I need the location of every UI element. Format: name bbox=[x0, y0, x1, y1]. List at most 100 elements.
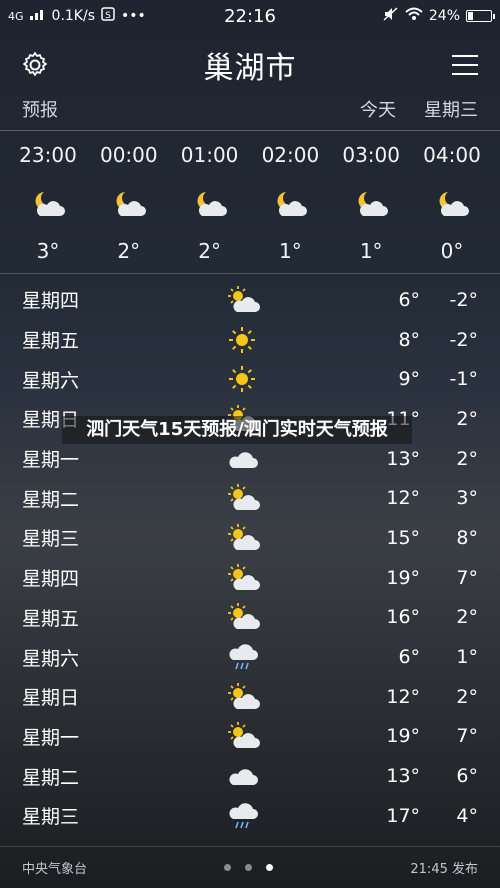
mute-icon bbox=[383, 7, 399, 25]
sun-cloud-icon bbox=[227, 483, 362, 513]
hour-time: 00:00 bbox=[99, 143, 158, 167]
wifi-icon bbox=[405, 7, 423, 25]
day-name: 星期二 bbox=[22, 766, 80, 789]
network-speed: 0.1K/s bbox=[51, 8, 95, 24]
sun-cloud-icon bbox=[227, 602, 362, 632]
day-name: 星期六 bbox=[22, 647, 80, 670]
daily-row[interactable]: 星期六 9° -1° bbox=[22, 359, 478, 399]
cloud-icon bbox=[227, 764, 362, 788]
page-dot[interactable] bbox=[224, 864, 232, 871]
hour-time: 03:00 bbox=[342, 143, 400, 167]
daily-row[interactable]: 星期五 8° -2° bbox=[22, 320, 478, 360]
tab-weekday[interactable]: 星期三 bbox=[424, 96, 478, 122]
footer: 中央气象台 21:45 发布 bbox=[0, 846, 500, 888]
low-temp: -1° bbox=[449, 368, 478, 391]
hour-temp: 3° bbox=[36, 239, 60, 263]
network-type: 4G bbox=[8, 9, 24, 23]
day-name: 星期一 bbox=[22, 726, 80, 749]
daily-row[interactable]: 星期三 17° 4° bbox=[22, 796, 478, 836]
battery-percent: 24% bbox=[428, 8, 460, 24]
hourly-item: 00:00 2° bbox=[89, 143, 169, 273]
rain-cloud-icon bbox=[227, 801, 362, 831]
high-temp: 19° bbox=[386, 566, 421, 589]
page-indicator[interactable] bbox=[87, 864, 410, 871]
moon-cloud-icon bbox=[412, 179, 492, 229]
daily-row[interactable]: 星期二 13° 6° bbox=[22, 756, 478, 796]
low-temp: 3° bbox=[456, 487, 478, 510]
daily-row[interactable]: 星期一 13° 2° bbox=[22, 439, 478, 479]
low-temp: 2° bbox=[456, 447, 478, 470]
high-temp: 6° bbox=[398, 288, 421, 311]
high-temp: 12° bbox=[386, 685, 421, 708]
app-notification-icon: S bbox=[101, 7, 115, 25]
hour-temp: 2° bbox=[117, 239, 141, 263]
day-name: 星期三 bbox=[22, 806, 80, 829]
forecast-label: 预报 bbox=[22, 100, 58, 121]
hourly-item: 23:00 3° bbox=[8, 143, 88, 273]
high-temp: 13° bbox=[386, 765, 421, 788]
moon-cloud-icon bbox=[89, 179, 169, 229]
hourly-item: 02:00 1° bbox=[250, 143, 330, 273]
high-temp: 6° bbox=[398, 646, 421, 669]
tab-today[interactable]: 今天 bbox=[360, 96, 396, 122]
more-notifications-icon: ••• bbox=[121, 8, 146, 24]
day-name: 星期三 bbox=[22, 528, 80, 551]
high-temp: 15° bbox=[386, 526, 421, 549]
daily-row[interactable]: 星期日 12° 2° bbox=[22, 677, 478, 717]
hour-temp: 1° bbox=[279, 239, 302, 263]
sun-icon bbox=[227, 364, 362, 394]
status-bar: 4G 0.1K/s S ••• 22:16 24% bbox=[0, 0, 500, 32]
rain-cloud-icon bbox=[227, 642, 362, 672]
hour-temp: 1° bbox=[359, 239, 383, 263]
sun-cloud-icon bbox=[227, 563, 362, 593]
hour-time: 01:00 bbox=[180, 143, 239, 167]
svg-text:S: S bbox=[105, 11, 111, 21]
page-dot[interactable] bbox=[245, 864, 253, 871]
low-temp: -2° bbox=[449, 328, 478, 351]
daily-row[interactable]: 星期一 19° 7° bbox=[22, 717, 478, 757]
day-name: 星期五 bbox=[22, 607, 80, 630]
hour-time: 23:00 bbox=[19, 143, 77, 167]
high-temp: 8° bbox=[398, 328, 421, 351]
daily-row[interactable]: 星期四 19° 7° bbox=[22, 558, 478, 598]
city-title: 巢湖市 bbox=[203, 51, 297, 86]
cloud-icon bbox=[227, 447, 362, 471]
hour-time: 04:00 bbox=[423, 143, 481, 167]
day-name: 星期一 bbox=[22, 449, 80, 472]
signal-icon bbox=[29, 8, 46, 24]
daily-row[interactable]: 星期四 6° -2° bbox=[22, 280, 478, 320]
hour-temp: 0° bbox=[440, 239, 464, 263]
sun-cloud-icon bbox=[227, 721, 362, 751]
daily-row[interactable]: 星期二 12° 3° bbox=[22, 478, 478, 518]
app-header: 巢湖市 bbox=[0, 32, 500, 98]
low-temp: 4° bbox=[456, 804, 478, 827]
low-temp: 2° bbox=[456, 407, 478, 430]
high-temp: 16° bbox=[386, 606, 421, 629]
day-name: 星期四 bbox=[22, 290, 80, 313]
hour-temp: 2° bbox=[198, 239, 221, 263]
low-temp: -2° bbox=[449, 288, 478, 311]
low-temp: 2° bbox=[456, 685, 478, 708]
moon-cloud-icon bbox=[250, 179, 330, 229]
low-temp: 7° bbox=[456, 725, 478, 748]
high-temp: 9° bbox=[398, 368, 421, 391]
publish-time: 21:45 发布 bbox=[410, 862, 478, 877]
low-temp: 6° bbox=[456, 765, 478, 788]
day-name: 星期日 bbox=[22, 687, 80, 710]
high-temp: 13° bbox=[386, 447, 421, 470]
daily-row[interactable]: 星期三 15° 8° bbox=[22, 518, 478, 558]
page-dot[interactable] bbox=[266, 864, 274, 871]
day-name: 星期五 bbox=[22, 330, 80, 353]
daily-row[interactable]: 星期六 6° 1° bbox=[22, 637, 478, 677]
high-temp: 17° bbox=[386, 804, 421, 827]
low-temp: 1° bbox=[456, 646, 478, 669]
overlay-caption: 泗门天气15天预报/泗门实时天气预报 bbox=[62, 416, 412, 444]
sun-cloud-icon bbox=[227, 523, 362, 553]
moon-cloud-icon bbox=[170, 179, 250, 229]
sun-cloud-icon bbox=[227, 285, 362, 315]
menu-icon[interactable] bbox=[448, 48, 482, 82]
settings-icon[interactable] bbox=[18, 48, 52, 82]
data-source: 中央气象台 bbox=[22, 862, 88, 877]
status-time: 22:16 bbox=[224, 5, 276, 27]
daily-row[interactable]: 星期五 16° 2° bbox=[22, 598, 478, 638]
